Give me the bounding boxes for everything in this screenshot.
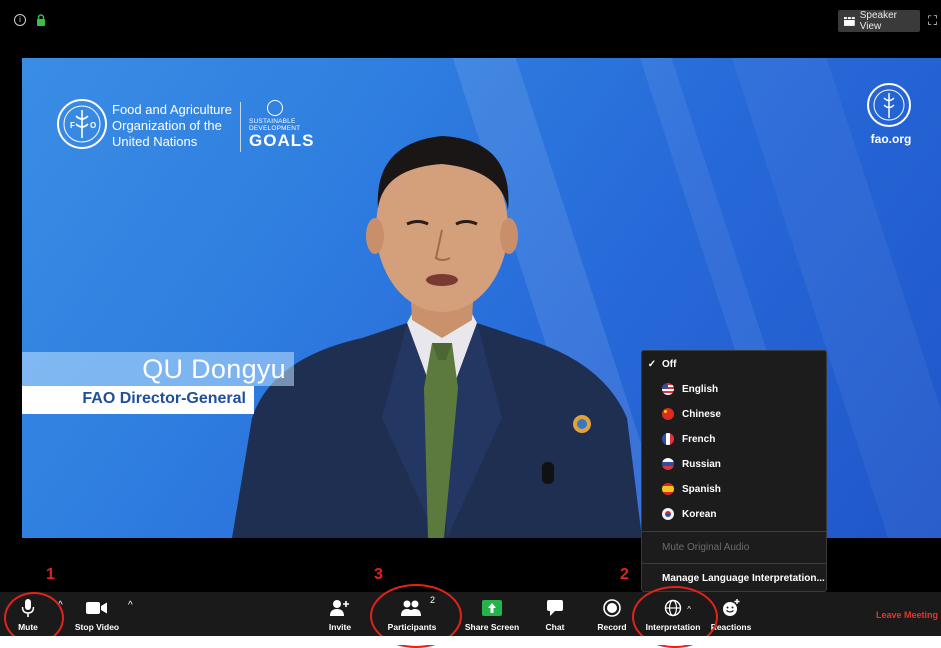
menu-divider <box>642 531 826 532</box>
language-label: Off <box>662 358 677 370</box>
spain-flag-icon <box>662 483 674 495</box>
language-option-korean[interactable]: Korean <box>642 503 826 525</box>
speaker-title-plate: FAO Director-General <box>22 386 254 414</box>
us-flag-icon <box>662 383 674 395</box>
fao-org-url: fao.org <box>870 132 912 146</box>
record-button[interactable]: Record <box>596 592 628 636</box>
mute-original-audio-option: Mute Original Audio <box>642 536 826 558</box>
language-option-french[interactable]: French <box>642 428 826 450</box>
fao-corner-logo-icon <box>867 83 911 127</box>
chat-bubble-icon <box>547 600 563 616</box>
language-label: Spanish <box>682 483 721 495</box>
menu-divider <box>642 563 826 564</box>
invite-button[interactable]: Invite <box>322 592 358 636</box>
language-option-off[interactable]: ✓ Off <box>642 353 826 375</box>
svg-text:O: O <box>90 121 96 130</box>
share-screen-button[interactable]: Share Screen <box>463 592 521 636</box>
interpretation-menu: ✓ Off English Chinese French Russian Spa… <box>641 350 827 592</box>
manage-interpretation-label: Manage Language Interpretation... <box>662 572 825 584</box>
language-label: English <box>682 383 719 395</box>
speaker-view-icon <box>844 16 855 26</box>
invite-label: Invite <box>328 622 352 632</box>
speaker-video <box>232 136 642 538</box>
korea-flag-icon <box>662 508 674 520</box>
russia-flag-icon <box>662 458 674 470</box>
svg-text:F: F <box>70 121 75 130</box>
annotation-number: 2 <box>620 566 629 583</box>
language-option-spanish[interactable]: Spanish <box>642 478 826 500</box>
fao-organization-name: Food and Agriculture Organization of the… <box>112 102 242 150</box>
speaker-name-plate: QU Dongyu <box>22 352 294 386</box>
france-flag-icon <box>662 433 674 445</box>
language-option-russian[interactable]: Russian <box>642 453 826 475</box>
add-user-icon <box>330 600 349 616</box>
fullscreen-icon[interactable]: ⛶ <box>928 14 940 28</box>
stop-video-button[interactable]: Stop Video <box>70 592 124 636</box>
info-icon[interactable]: i <box>14 14 26 26</box>
speaker-view-label: Speaker View <box>859 10 898 32</box>
org-line: United Nations <box>112 134 198 149</box>
record-icon <box>603 599 621 617</box>
speaker-view-button[interactable]: Speaker View <box>838 10 920 32</box>
bottom-margin <box>0 636 941 645</box>
fao-logo-icon: F O <box>57 99 107 149</box>
meeting-toolbar: Mute ^ Stop Video ^ Invite 2 Participant… <box>0 592 941 636</box>
zoom-meeting-window: i Speaker View ⛶ F O Food and Agricultur… <box>0 0 941 648</box>
chat-button[interactable]: Chat <box>540 592 570 636</box>
speaker-title: FAO Director-General <box>82 390 246 407</box>
org-line: Food and Agriculture <box>112 102 232 117</box>
china-flag-icon <box>662 408 674 420</box>
video-options-chevron-icon[interactable]: ^ <box>128 600 133 611</box>
mute-original-label: Mute Original Audio <box>662 541 750 553</box>
language-label: Russian <box>682 458 721 470</box>
share-screen-icon <box>482 600 502 616</box>
reactions-smiley-icon <box>723 599 740 616</box>
language-option-chinese[interactable]: Chinese <box>642 403 826 425</box>
record-label: Record <box>597 622 627 632</box>
annotation-number: 3 <box>374 566 383 583</box>
annotation-number: 1 <box>46 566 55 583</box>
org-line: Organization of the <box>112 118 222 133</box>
video-camera-icon <box>86 602 107 614</box>
language-option-english[interactable]: English <box>642 378 826 400</box>
language-label: French <box>682 433 716 445</box>
share-screen-label: Share Screen <box>464 622 520 632</box>
speaker-name: QU Dongyu <box>142 354 286 384</box>
language-label: Chinese <box>682 408 721 420</box>
stop-video-label: Stop Video <box>74 622 120 632</box>
chat-label: Chat <box>545 622 565 632</box>
lock-icon[interactable] <box>36 14 46 26</box>
leave-meeting-button[interactable]: Leave Meeting <box>876 610 938 620</box>
checkmark-icon: ✓ <box>647 358 657 370</box>
language-label: Korean <box>682 508 717 520</box>
